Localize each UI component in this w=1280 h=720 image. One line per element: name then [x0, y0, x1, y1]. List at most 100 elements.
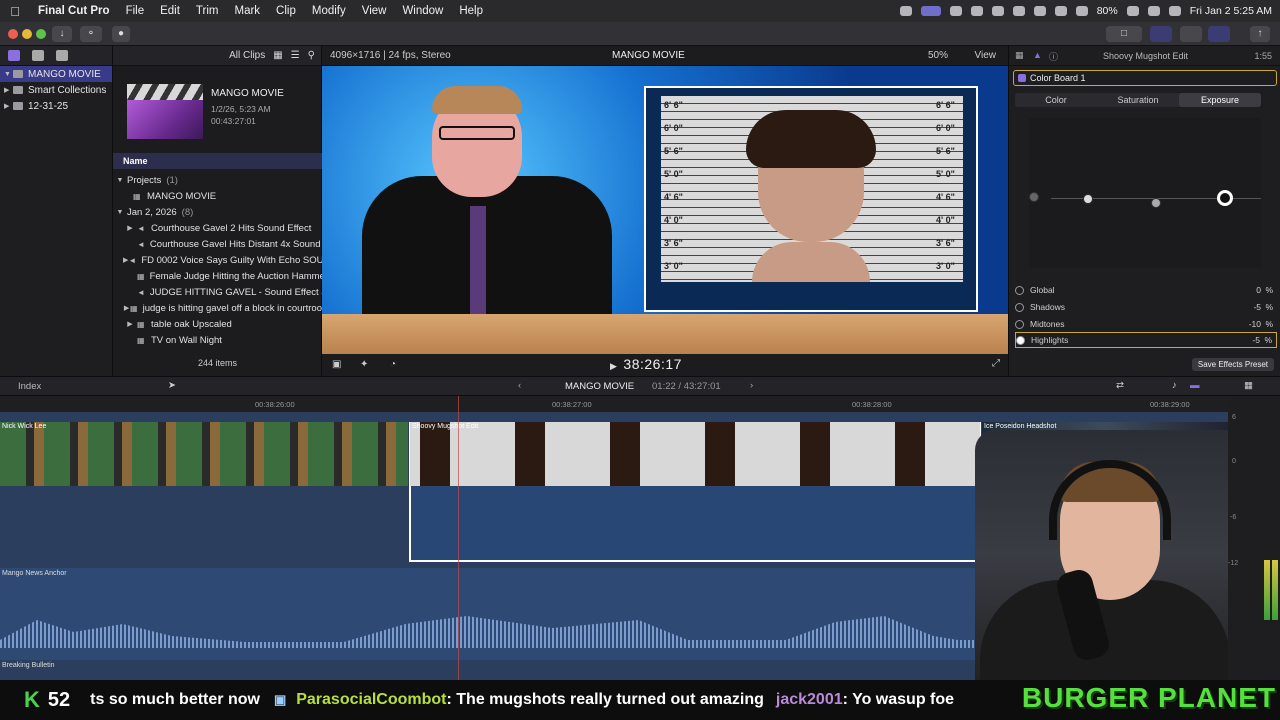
library-mango-movie[interactable]: ▼ MANGO MOVIE [0, 66, 112, 82]
keywords-icon[interactable]: ⚬ [80, 26, 102, 42]
menu-view[interactable]: View [354, 5, 395, 17]
menu-modify[interactable]: Modify [304, 5, 354, 17]
play-icon[interactable]: ▶ [610, 361, 617, 371]
timeline-index-button[interactable]: Index [18, 381, 41, 392]
disclosure-down-icon[interactable]: ▼ [113, 209, 127, 216]
timecode-display[interactable]: ▶ 38:26:17 [610, 356, 682, 372]
screen-record-icon[interactable] [920, 6, 941, 16]
wifi-icon[interactable] [1075, 6, 1088, 16]
menu-trim[interactable]: Trim [188, 5, 227, 17]
param-value[interactable]: 0 [1256, 285, 1261, 295]
list-item[interactable]: ▦ MANGO MOVIE [113, 188, 322, 204]
list-item[interactable]: ◄ JUDGE HITTING GAVEL - Sound Effect & V [113, 284, 322, 300]
fullscreen-icon[interactable]: ⤢ [992, 358, 1000, 369]
background-tasks-icon[interactable]: ● [112, 26, 130, 42]
menu-edit[interactable]: Edit [152, 5, 188, 17]
workspace-icon[interactable]: □ [1106, 26, 1142, 42]
color-board-selector[interactable]: Color Board 1 [1013, 70, 1277, 86]
name-column-header[interactable]: Name [113, 153, 322, 169]
photos-icon[interactable] [32, 50, 44, 61]
param-value[interactable]: -5 [1253, 302, 1261, 312]
import-icon[interactable]: ↓ [52, 26, 72, 42]
tab-exposure[interactable]: Exposure [1179, 93, 1261, 107]
audio-skimming-icon[interactable]: ♪ [1172, 380, 1177, 391]
list-item[interactable]: ▦ Female Judge Hitting the Auction Hamme… [113, 268, 322, 284]
clip-nick-wick-lee[interactable]: Nick Wick Lee [0, 422, 408, 486]
info-inspector-icon[interactable]: ⓘ [1049, 50, 1058, 63]
video-inspector-icon[interactable]: ▦ [1015, 50, 1024, 61]
enhance-icon[interactable]: ✦ [360, 359, 368, 370]
view-dropdown[interactable]: View [975, 50, 997, 61]
timeline-ruler[interactable]: 00:38:26:00 00:38:27:00 00:38:28:00 00:3… [0, 396, 1228, 412]
list-item[interactable]: ▶ ◄ Courthouse Gavel 2 Hits Sound Effect [113, 220, 322, 236]
list-item[interactable]: ▶ ◄ FD 0002 Voice Says Guilty With Echo … [113, 252, 322, 268]
play-icon[interactable] [991, 6, 1004, 16]
status-icon[interactable] [949, 6, 962, 16]
status-icon[interactable] [970, 6, 983, 16]
zoom-dropdown[interactable]: 50% [928, 50, 948, 61]
speed-icon[interactable]: ◔ [390, 359, 396, 370]
media-icon[interactable] [8, 50, 20, 61]
select-tool-icon[interactable]: ➤ [168, 380, 176, 391]
global-puck[interactable] [1029, 192, 1039, 202]
disclosure-right-icon[interactable]: ▶ [123, 304, 130, 312]
param-shadows[interactable]: Shadows -5 % [1015, 299, 1277, 315]
menu-help[interactable]: Help [451, 5, 491, 17]
event-12-31-25-row[interactable]: ▶ 12-31-25 [0, 98, 112, 114]
smart-collections-row[interactable]: ▶ Smart Collections [0, 82, 112, 98]
display-icon[interactable] [1033, 6, 1046, 16]
bluetooth-icon[interactable] [1054, 6, 1067, 16]
list-view-icon[interactable]: ☰ [291, 50, 300, 61]
share-icon[interactable]: ↑ [1250, 26, 1270, 42]
disclosure-right-icon[interactable]: ▶ [123, 224, 137, 232]
battery-icon[interactable] [1126, 6, 1139, 16]
param-highlights[interactable]: Highlights -5 % [1015, 332, 1277, 348]
titles-icon[interactable] [56, 50, 68, 61]
clip-filter-dropdown[interactable]: All Clips [229, 50, 265, 61]
apple-menu-icon[interactable]:  [0, 4, 30, 19]
control-center-icon[interactable] [1168, 6, 1181, 16]
solo-icon[interactable]: ▬ [1190, 380, 1200, 391]
param-value[interactable]: -10 [1249, 319, 1261, 329]
event-thumbnail[interactable] [127, 84, 203, 139]
show-browser-icon[interactable] [1150, 26, 1172, 42]
shadows-puck[interactable] [1083, 194, 1093, 204]
color-inspector-icon[interactable]: ▲ [1033, 50, 1042, 60]
skimming-icon[interactable]: ⇄ [1116, 380, 1124, 391]
menu-clip[interactable]: Clip [268, 5, 304, 17]
back-arrow-icon[interactable]: ‹ [518, 380, 521, 391]
list-item[interactable]: ▦ TV on Wall Night [113, 332, 322, 348]
show-inspector-icon[interactable] [1208, 26, 1230, 42]
menu-app[interactable]: Final Cut Pro [30, 5, 118, 17]
disclosure-right-icon[interactable]: ▶ [123, 320, 137, 328]
search-icon[interactable]: ⚲ [308, 50, 315, 61]
group-projects[interactable]: ▼ Projects (1) [113, 172, 322, 188]
disclosure-down-icon[interactable]: ▼ [113, 177, 127, 184]
group-jan-2-2026[interactable]: ▼ Jan 2, 2026 (8) [113, 204, 322, 220]
list-item[interactable]: ▶ ▦ table oak Upscaled [113, 316, 322, 332]
midtones-puck[interactable] [1151, 198, 1161, 208]
param-midtones[interactable]: Midtones -10 % [1015, 316, 1277, 332]
minimize-window-button[interactable] [22, 29, 32, 39]
param-global[interactable]: Global 0 % [1015, 282, 1277, 298]
highlights-puck[interactable] [1217, 190, 1233, 206]
menu-file[interactable]: File [118, 5, 153, 17]
save-effects-preset-button[interactable]: Save Effects Preset [1191, 358, 1274, 371]
project-name-dropdown[interactable]: MANGO MOVIE [565, 381, 634, 392]
menu-window[interactable]: Window [394, 5, 451, 17]
disclosure-right-icon[interactable]: ▶ [4, 86, 13, 94]
list-item[interactable]: ▶ ▦ judge is hitting gavel off a block i… [113, 300, 322, 316]
tab-color[interactable]: Color [1015, 93, 1097, 107]
param-value[interactable]: -5 [1252, 335, 1260, 345]
clip-appearance-icon[interactable]: ▦ [273, 50, 282, 61]
video-frame[interactable]: 6' 6" 6' 0" 5' 6" 5' 0" 4' 6" 4' 0" 3' 6… [322, 66, 1008, 354]
clip-shoovy-mugshot-edit[interactable]: Shoovy Mugshot Edit [410, 422, 980, 486]
clock[interactable]: Fri Jan 2 5:25 AM [1190, 5, 1272, 17]
status-icon[interactable] [1012, 6, 1025, 16]
tab-saturation[interactable]: Saturation [1097, 93, 1179, 107]
forward-arrow-icon[interactable]: › [750, 380, 753, 391]
zoom-window-button[interactable] [36, 29, 46, 39]
list-item[interactable]: ◄ Courthouse Gavel Hits Distant 4x Sound… [113, 236, 322, 252]
show-timeline-icon[interactable] [1180, 26, 1202, 42]
disclosure-right-icon[interactable]: ▶ [4, 102, 13, 110]
